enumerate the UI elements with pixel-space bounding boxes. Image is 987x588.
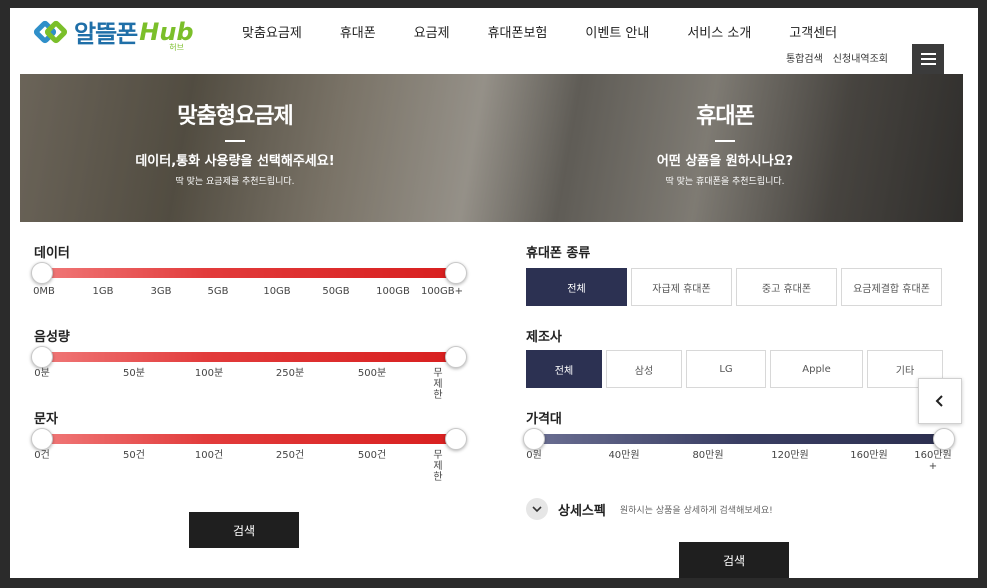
nav-item-support[interactable]: 고객센터 <box>789 22 837 41</box>
nav-item-insurance[interactable]: 휴대폰보험 <box>488 22 548 41</box>
sms-filter-title: 문자 <box>34 412 58 427</box>
nav-item-plan[interactable]: 요금제 <box>414 22 450 41</box>
banner-divider <box>715 140 735 142</box>
tick-label: 5GB <box>207 286 229 297</box>
util-link-order-lookup[interactable]: 신청내역조회 <box>833 50 888 65</box>
menu-icon-bar <box>920 53 936 55</box>
chevron-left-icon <box>935 395 943 407</box>
voice-filter-title: 음성량 <box>34 330 70 345</box>
tick-label: 0MB <box>33 286 55 297</box>
price-title: 가격대 <box>526 412 562 427</box>
tick-label: 250건 <box>275 450 305 461</box>
tick-label: 100건 <box>194 450 224 461</box>
tick-label: 1GB <box>92 286 114 297</box>
maker-title: 제조사 <box>526 330 562 345</box>
site-header: 알뜰폰 Hub 허브 맞춤요금제 휴대폰 요금제 휴대폰보험 이벤트 안내 서비스… <box>10 8 978 74</box>
logo-icon <box>32 17 70 47</box>
tick-label: 500분 <box>357 368 387 379</box>
maker-options: 전체 삼성 LG Apple 기타 <box>526 350 943 388</box>
tick-label: 0분 <box>34 368 50 379</box>
tick-label: 무제한 <box>433 450 443 483</box>
maker-option-lg[interactable]: LG <box>686 350 766 388</box>
tick-label: 무제한 <box>433 368 443 401</box>
chevron-down-icon[interactable] <box>526 498 548 520</box>
sms-slider-max-handle[interactable] <box>445 428 467 450</box>
phone-type-option-unlocked[interactable]: 자급제 휴대폰 <box>631 268 732 306</box>
tick-label: 3GB <box>150 286 172 297</box>
banner-divider <box>225 140 245 142</box>
voice-slider-min-handle[interactable] <box>31 346 53 368</box>
price-slider-min-handle[interactable] <box>523 428 545 450</box>
banner-description: 딱 맞는 휴대폰을 추천드립니다. <box>665 177 785 187</box>
detail-spec-description: 원하시는 상품을 상세하게 검색해보세요! <box>619 505 773 516</box>
phone-type-option-all[interactable]: 전체 <box>526 268 627 306</box>
logo-text: 알뜰폰 <box>74 20 138 48</box>
phone-type-option-bundle[interactable]: 요금제결합 휴대폰 <box>841 268 942 306</box>
tick-label: 0건 <box>34 450 50 461</box>
tick-label: 120만원 <box>771 450 809 461</box>
nav-item-event[interactable]: 이벤트 안내 <box>585 22 649 41</box>
tick-label: 50GB <box>322 286 350 297</box>
tick-label: 500건 <box>357 450 387 461</box>
site-logo[interactable]: 알뜰폰 Hub 허브 <box>32 14 194 52</box>
sms-tick-labels: 0건 50건 100건 250건 500건 무제한 <box>34 450 464 483</box>
tick-label: 50건 <box>123 450 145 461</box>
banner-phone: 휴대폰 어떤 상품을 원하시나요? 딱 맞는 휴대폰을 추천드립니다. <box>525 98 925 187</box>
side-panel-toggle-button[interactable] <box>918 378 962 424</box>
logo-hub: Hub 허브 <box>139 17 194 52</box>
phone-type-option-used[interactable]: 중고 휴대폰 <box>736 268 837 306</box>
phone-type-options: 전체 자급제 휴대폰 중고 휴대폰 요금제결합 휴대폰 <box>526 268 942 306</box>
hamburger-menu-button[interactable] <box>912 44 944 74</box>
menu-icon-bar <box>920 63 936 65</box>
main-nav: 맞춤요금제 휴대폰 요금제 휴대폰보험 이벤트 안내 서비스 소개 고객센터 <box>242 22 875 41</box>
tick-label: 40만원 <box>608 450 640 461</box>
nav-item-custom-plan[interactable]: 맞춤요금제 <box>242 22 302 41</box>
tick-label: 80만원 <box>692 450 724 461</box>
data-slider-min-handle[interactable] <box>31 262 53 284</box>
maker-option-apple[interactable]: Apple <box>770 350 863 388</box>
banner-subtitle: 어떤 상품을 원하시나요? <box>656 154 794 169</box>
hero-banner: 맞춤형요금제 데이터,통화 사용량을 선택해주세요! 딱 맞는 요금제를 추천드… <box>20 74 963 222</box>
util-links: 통합검색 신청내역조회 <box>786 50 888 65</box>
voice-slider-max-handle[interactable] <box>445 346 467 368</box>
tick-label: 160만원+ <box>914 450 952 472</box>
voice-tick-labels: 0분 50분 100분 250분 500분 무제한 <box>34 368 464 401</box>
banner-description: 딱 맞는 요금제를 추천드립니다. <box>175 177 295 187</box>
banner-custom-plan: 맞춤형요금제 데이터,통화 사용량을 선택해주세요! 딱 맞는 요금제를 추천드… <box>35 98 435 187</box>
detail-spec-label[interactable]: 상세스펙 <box>558 500 606 519</box>
price-tick-labels: 0원 40만원 80만원 120만원 160만원 160만원+ <box>526 450 956 478</box>
phone-type-title: 휴대폰 종류 <box>526 246 591 261</box>
logo-sub: 허브 <box>169 42 184 52</box>
tick-label: 100분 <box>194 368 224 379</box>
tick-label: 0원 <box>526 450 542 461</box>
util-link-search[interactable]: 통합검색 <box>786 50 823 65</box>
data-range-slider[interactable] <box>31 262 467 284</box>
tick-label: 250분 <box>275 368 305 379</box>
banner-title: 휴대폰 <box>696 104 755 129</box>
phone-search-button[interactable]: 검색 <box>679 542 789 578</box>
tick-label: 50분 <box>123 368 145 379</box>
detail-spec-toggle: 상세스펙 원하시는 상품을 상세하게 검색해보세요! <box>526 498 773 520</box>
data-tick-labels: 0MB 1GB 3GB 5GB 10GB 50GB 100GB 100GB+ <box>33 286 464 314</box>
price-range-slider[interactable] <box>523 428 955 450</box>
menu-icon-bar <box>920 58 936 60</box>
banner-subtitle: 데이터,통화 사용량을 선택해주세요! <box>135 154 335 169</box>
plan-search-button[interactable]: 검색 <box>189 512 299 548</box>
tick-label: 160만원 <box>850 450 888 461</box>
data-slider-max-handle[interactable] <box>445 262 467 284</box>
voice-range-slider[interactable] <box>31 346 467 368</box>
maker-option-all[interactable]: 전체 <box>526 350 602 388</box>
banner-title: 맞춤형요금제 <box>177 104 293 129</box>
tick-label: 100GB <box>376 286 410 297</box>
sms-slider-min-handle[interactable] <box>31 428 53 450</box>
nav-item-phone[interactable]: 휴대폰 <box>340 22 376 41</box>
tick-label: 10GB <box>263 286 291 297</box>
price-slider-max-handle[interactable] <box>933 428 955 450</box>
tick-label: 100GB+ <box>420 286 464 297</box>
data-filter-title: 데이터 <box>34 246 70 261</box>
page-frame: 알뜰폰 Hub 허브 맞춤요금제 휴대폰 요금제 휴대폰보험 이벤트 안내 서비스… <box>10 8 978 578</box>
maker-option-samsung[interactable]: 삼성 <box>606 350 682 388</box>
nav-item-service[interactable]: 서비스 소개 <box>687 22 751 41</box>
sms-range-slider[interactable] <box>31 428 467 450</box>
